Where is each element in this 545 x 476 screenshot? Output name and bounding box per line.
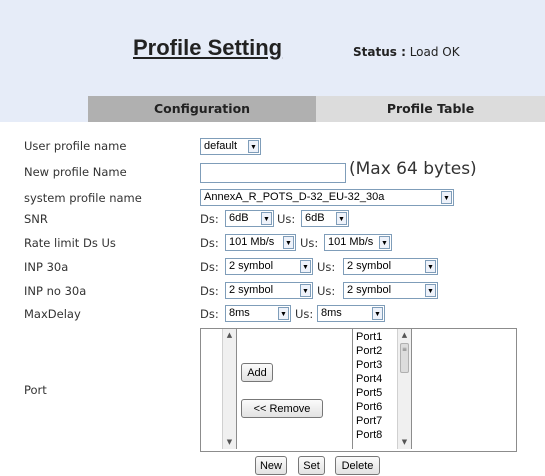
- rate-limit-us-select[interactable]: 101 Mb/s ▼: [324, 234, 392, 251]
- system-profile-name-select[interactable]: AnnexA_R_POTS_D-32_EU-32_30a ▼: [200, 189, 454, 206]
- inp-30a-ds-value: 2 symbol: [229, 260, 274, 272]
- tab-profile-table[interactable]: Profile Table: [316, 96, 545, 122]
- rate-limit-ds-label: Ds:: [200, 236, 219, 250]
- list-item[interactable]: Port3: [356, 359, 382, 371]
- chevron-down-icon: ▼: [248, 140, 259, 153]
- snr-ds-select[interactable]: 6dB ▼: [225, 210, 274, 227]
- scroll-down-icon[interactable]: ▼: [223, 436, 236, 449]
- rate-limit-us-label: Us:: [300, 236, 319, 250]
- max-delay-us-value: 8ms: [321, 307, 342, 319]
- list-item[interactable]: Port7: [356, 415, 382, 427]
- page-title: Profile Setting: [133, 35, 283, 60]
- new-button[interactable]: New: [255, 456, 287, 475]
- chevron-down-icon: ▼: [300, 260, 311, 273]
- snr-ds-value: 6dB: [229, 212, 249, 224]
- inp-30a-us-value: 2 symbol: [347, 260, 392, 272]
- selected-ports-list[interactable]: ▲ ▼: [201, 329, 237, 449]
- delete-button[interactable]: Delete: [335, 456, 380, 475]
- list-item[interactable]: Port2: [356, 345, 382, 357]
- chevron-down-icon: ▼: [441, 191, 452, 204]
- available-ports-scrollbar[interactable]: ▲ ≡ ▼: [397, 329, 411, 449]
- available-ports-list[interactable]: Port1 Port2 Port3 Port4 Port5 Port6 Port…: [352, 329, 412, 449]
- inp-no-30a-us-label: Us:: [317, 284, 336, 298]
- snr-label: SNR: [24, 212, 48, 226]
- new-profile-name-label: New profile Name: [24, 165, 127, 179]
- max-delay-ds-label: Ds:: [200, 307, 219, 321]
- chevron-down-icon: ▼: [300, 284, 311, 297]
- inp-no-30a-ds-select[interactable]: 2 symbol ▼: [225, 282, 313, 299]
- chevron-down-icon: ▼: [283, 236, 294, 249]
- inp-30a-ds-label: Ds:: [200, 260, 219, 274]
- scroll-thumb[interactable]: ≡: [400, 343, 409, 373]
- max-delay-us-label: Us:: [295, 307, 314, 321]
- chevron-down-icon: ▼: [261, 212, 272, 225]
- max-length-note: (Max 64 bytes): [349, 159, 477, 179]
- rate-limit-us-value: 101 Mb/s: [328, 236, 374, 248]
- user-profile-name-value: default: [204, 140, 238, 152]
- selected-ports-scrollbar[interactable]: ▲ ▼: [222, 329, 236, 449]
- chevron-down-icon: ▼: [336, 212, 347, 225]
- inp-no-30a-ds-label: Ds:: [200, 284, 219, 298]
- snr-us-select[interactable]: 6dB ▼: [301, 210, 349, 227]
- list-item[interactable]: Port4: [356, 373, 382, 385]
- remove-port-button[interactable]: << Remove: [241, 399, 323, 418]
- system-profile-name-label: system profile name: [24, 191, 142, 205]
- max-delay-label: MaxDelay: [24, 307, 81, 321]
- chevron-down-icon: ▼: [278, 307, 289, 320]
- snr-ds-label: Ds:: [200, 212, 219, 226]
- chevron-down-icon: ▼: [425, 260, 436, 273]
- user-profile-name-select[interactable]: default ▼: [200, 138, 261, 155]
- list-item[interactable]: Port8: [356, 429, 382, 441]
- status-label: Status :: [353, 45, 406, 59]
- inp-30a-ds-select[interactable]: 2 symbol ▼: [225, 258, 313, 275]
- system-profile-name-value: AnnexA_R_POTS_D-32_EU-32_30a: [204, 191, 385, 203]
- scroll-down-icon[interactable]: ▼: [398, 436, 411, 449]
- max-delay-us-select[interactable]: 8ms ▼: [317, 305, 385, 322]
- snr-us-label: Us:: [277, 212, 296, 226]
- set-button[interactable]: Set: [298, 456, 325, 475]
- rate-limit-ds-value: 101 Mb/s: [229, 236, 275, 248]
- inp-no-30a-us-select[interactable]: 2 symbol ▼: [343, 282, 438, 299]
- tab-configuration[interactable]: Configuration: [88, 96, 316, 122]
- status-value: Load OK: [409, 45, 460, 59]
- max-delay-ds-value: 8ms: [229, 307, 250, 319]
- snr-us-value: 6dB: [305, 212, 325, 224]
- chevron-down-icon: ▼: [372, 307, 383, 320]
- list-item[interactable]: Port6: [356, 401, 382, 413]
- rate-limit-label: Rate limit Ds Us: [24, 236, 116, 250]
- chevron-down-icon: ▼: [425, 284, 436, 297]
- max-delay-ds-select[interactable]: 8ms ▼: [225, 305, 291, 322]
- port-label: Port: [24, 383, 47, 397]
- inp-30a-us-label: Us:: [317, 260, 336, 274]
- rate-limit-ds-select[interactable]: 101 Mb/s ▼: [225, 234, 296, 251]
- port-selector-box: ▲ ▼ Add << Remove Port1 Port2 Port3 Port…: [200, 328, 517, 452]
- inp-no-30a-ds-value: 2 symbol: [229, 284, 274, 296]
- scroll-up-icon[interactable]: ▲: [223, 329, 236, 342]
- new-profile-name-input[interactable]: [200, 163, 346, 183]
- inp-no-30a-us-value: 2 symbol: [347, 284, 392, 296]
- inp-30a-us-select[interactable]: 2 symbol ▼: [343, 258, 438, 275]
- list-item[interactable]: Port5: [356, 387, 382, 399]
- scroll-up-icon[interactable]: ▲: [398, 329, 411, 342]
- status-text: Status : Load OK: [353, 45, 460, 59]
- inp-30a-label: INP 30a: [24, 260, 69, 274]
- chevron-down-icon: ▼: [379, 236, 390, 249]
- inp-no-30a-label: INP no 30a: [24, 284, 87, 298]
- user-profile-name-label: User profile name: [24, 139, 127, 153]
- add-port-button[interactable]: Add: [241, 363, 273, 382]
- list-item[interactable]: Port1: [356, 331, 382, 343]
